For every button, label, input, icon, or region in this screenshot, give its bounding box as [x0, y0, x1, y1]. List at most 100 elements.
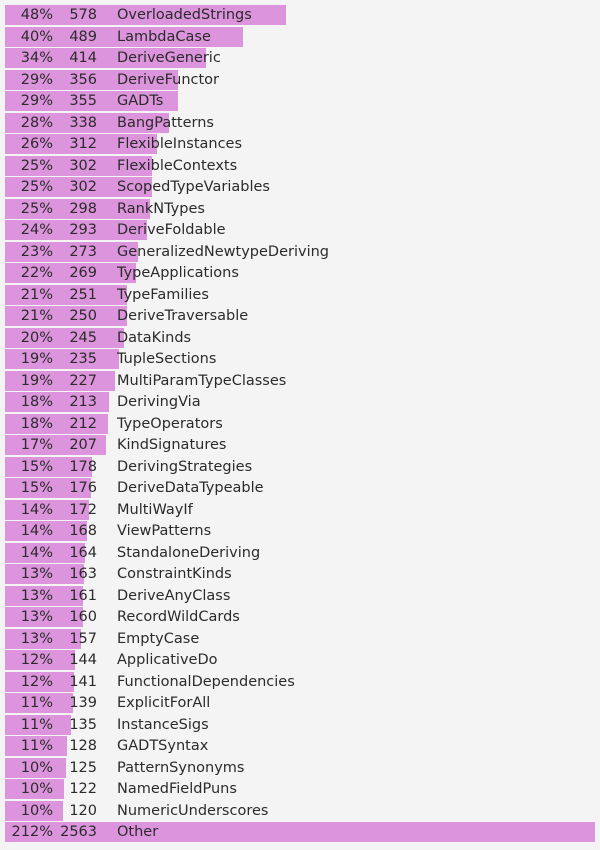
percent-label: 14% — [20, 523, 53, 539]
table-row: 18% 213 DerivingVia — [5, 392, 595, 414]
table-row: 20% 245 DataKinds — [5, 327, 595, 350]
table-row: 14% 172 MultiWayIf — [5, 499, 595, 522]
count-label: 302 — [69, 157, 97, 174]
percent-label: 23% — [20, 243, 53, 260]
percent-label: 21% — [20, 286, 53, 303]
count-label: 168 — [69, 523, 97, 539]
percent-label: 22% — [20, 265, 53, 281]
extension-name: DeriveAnyClass — [117, 587, 231, 604]
count-label: 120 — [69, 802, 97, 819]
table-row: 11% 135 InstanceSigs — [5, 714, 595, 737]
table-row: 13% 161 DeriveAnyClass — [5, 585, 595, 608]
percent-label: 13% — [20, 566, 53, 582]
percent-label: 12% — [20, 673, 53, 690]
count-label: 302 — [69, 179, 97, 195]
table-row: 12% 141 FunctionalDependencies — [5, 671, 595, 694]
extension-name: DerivingStrategies — [117, 458, 253, 475]
percent-label: 11% — [20, 738, 53, 754]
table-row: 14% 168 ViewPatterns — [5, 521, 595, 543]
extension-name: ExplicitForAll — [117, 695, 211, 711]
percent-label: 24% — [20, 222, 53, 238]
count-label: 122 — [69, 781, 97, 797]
table-row: 10% 125 PatternSynonyms — [5, 757, 595, 780]
extension-name: RankNTypes — [117, 200, 205, 217]
table-row: 25% 298 RankNTypes — [5, 198, 595, 221]
extension-name: GeneralizedNewtypeDeriving — [117, 243, 330, 260]
percent-label: 13% — [20, 609, 53, 625]
table-row: 19% 227 MultiParamTypeClasses — [5, 370, 595, 393]
percent-label: 19% — [20, 351, 53, 367]
extension-name: KindSignatures — [117, 437, 227, 453]
extension-name: NumericUnderscores — [117, 802, 269, 819]
extension-name: DerivingVia — [117, 394, 201, 410]
count-label: 489 — [69, 28, 97, 45]
table-row: 13% 163 ConstraintKinds — [5, 564, 595, 586]
count-label: 207 — [69, 437, 97, 453]
percent-label: 20% — [20, 329, 53, 346]
extension-name: DeriveGeneric — [117, 50, 221, 66]
extension-name: PatternSynonyms — [117, 759, 245, 776]
table-row: 48% 578 OverloadedStrings — [5, 5, 595, 27]
extension-name: ConstraintKinds — [117, 566, 232, 582]
extension-name: TypeOperators — [117, 415, 223, 432]
table-row: 22% 269 TypeApplications — [5, 263, 595, 285]
count-label: 355 — [69, 93, 97, 109]
percent-label: 18% — [20, 415, 53, 432]
table-row: 10% 120 NumericUnderscores — [5, 800, 595, 823]
count-label: 250 — [69, 308, 97, 324]
count-label: 178 — [69, 458, 97, 475]
percent-label: 10% — [20, 802, 53, 819]
extension-usage-table: 48% 578 OverloadedStrings 40% 489 LambdaCase 3… — [5, 5, 595, 844]
table-row: 14% 164 StandaloneDeriving — [5, 542, 595, 565]
count-label: 163 — [69, 566, 97, 582]
extension-name: TypeApplications — [117, 265, 239, 281]
table-row: 26% 312 FlexibleInstances — [5, 134, 595, 156]
extension-name: ScopedTypeVariables — [117, 179, 270, 195]
count-label: 578 — [69, 7, 97, 23]
percent-label: 10% — [20, 781, 53, 797]
percent-label: 28% — [20, 114, 53, 131]
table-row: 13% 160 RecordWildCards — [5, 607, 595, 629]
percent-label: 13% — [20, 587, 53, 604]
extension-name: InstanceSigs — [117, 716, 209, 733]
count-label: 135 — [69, 716, 97, 733]
count-label: 227 — [69, 372, 97, 389]
extension-name: NamedFieldPuns — [117, 781, 237, 797]
percent-label: 10% — [20, 759, 53, 776]
table-row: 24% 293 DeriveFoldable — [5, 220, 595, 242]
extension-name: RecordWildCards — [117, 609, 240, 625]
percent-label: 14% — [20, 544, 53, 561]
percent-label: 12% — [20, 652, 53, 668]
extension-name: ViewPatterns — [117, 523, 212, 539]
table-row: 34% 414 DeriveGeneric — [5, 48, 595, 70]
count-label: 139 — [69, 695, 97, 711]
count-label: 128 — [69, 738, 97, 754]
count-label: 298 — [69, 200, 97, 217]
extension-name: FlexibleInstances — [117, 136, 243, 152]
count-label: 213 — [69, 394, 97, 410]
count-label: 176 — [69, 480, 97, 496]
percent-label: 21% — [20, 308, 53, 324]
count-label: 160 — [69, 609, 97, 625]
percent-label: 15% — [20, 458, 53, 475]
table-row: 10% 122 NamedFieldPuns — [5, 779, 595, 801]
table-row: 23% 273 GeneralizedNewtypeDeriving — [5, 241, 595, 264]
count-label: 157 — [69, 630, 97, 647]
percent-label: 48% — [20, 7, 53, 23]
table-row: 19% 235 TupleSections — [5, 349, 595, 371]
count-label: 125 — [69, 759, 97, 776]
extension-name: OverloadedStrings — [117, 7, 252, 23]
percent-label: 25% — [20, 200, 53, 217]
table-row: 11% 128 GADTSyntax — [5, 736, 595, 758]
percent-label: 11% — [20, 695, 53, 711]
percent-label: 40% — [20, 28, 53, 45]
percent-label: 29% — [20, 93, 53, 109]
extension-name: BangPatterns — [117, 114, 214, 131]
percent-label: 29% — [20, 71, 53, 88]
extension-name: DataKinds — [117, 329, 192, 346]
percent-label: 26% — [20, 136, 53, 152]
extension-name: DeriveTraversable — [117, 308, 249, 324]
extension-name: TypeFamilies — [117, 286, 209, 303]
percent-label: 15% — [20, 480, 53, 496]
extension-name: GADTSyntax — [117, 738, 209, 754]
